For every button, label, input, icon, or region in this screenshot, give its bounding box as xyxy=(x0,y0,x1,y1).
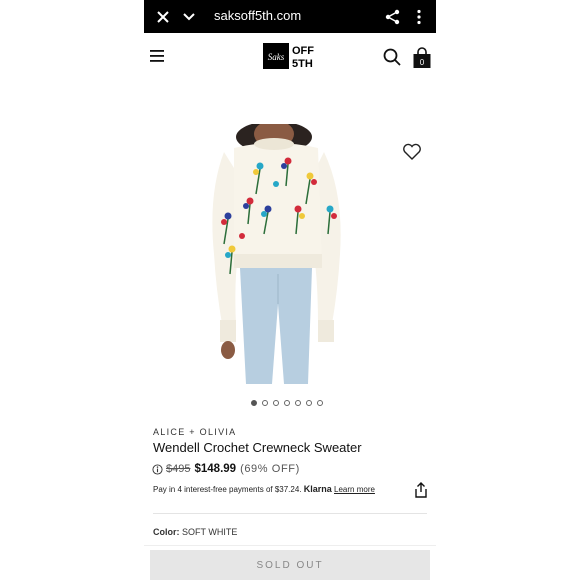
search-icon[interactable] xyxy=(382,47,402,67)
logo-script-text: Saks xyxy=(268,52,285,62)
carousel-dot[interactable] xyxy=(306,400,312,406)
mobile-viewport: saksoff5th.com Saks OFF 5TH 0 ALICE + OL… xyxy=(144,0,436,580)
price-row: $495 $148.99 (69% OFF) xyxy=(152,462,300,476)
divider xyxy=(144,545,436,546)
color-value: SOFT WHITE xyxy=(182,527,238,537)
browser-url-bar: saksoff5th.com xyxy=(144,0,436,33)
klarna-logo: Klarna xyxy=(303,484,332,494)
color-selection: Color: SOFT WHITE xyxy=(153,527,237,537)
sale-price: $148.99 xyxy=(194,463,237,475)
product-brand[interactable]: ALICE + OLIVIA xyxy=(153,427,236,437)
product-image[interactable] xyxy=(204,120,349,384)
chevron-down-icon[interactable] xyxy=(180,8,198,26)
cart-count: 0 xyxy=(420,58,425,67)
shopping-bag-icon: 0 xyxy=(413,47,431,68)
saks-off-5th-logo[interactable]: Saks OFF 5TH xyxy=(263,41,319,71)
share-icon[interactable] xyxy=(384,8,402,26)
product-title: Wendell Crochet Crewneck Sweater xyxy=(153,440,362,455)
site-header: Saks OFF 5TH 0 xyxy=(144,33,436,81)
klarna-learn-more-link[interactable]: Learn more xyxy=(334,485,375,494)
klarna-message: Pay in 4 interest-free payments of $37.2… xyxy=(153,484,375,494)
divider xyxy=(153,513,427,514)
carousel-dot[interactable] xyxy=(317,400,323,406)
carousel-dot[interactable] xyxy=(273,400,279,406)
original-price: $495 xyxy=(166,463,191,475)
info-icon[interactable] xyxy=(152,463,163,475)
carousel-dot[interactable] xyxy=(262,400,268,406)
sold-out-button[interactable]: SOLD OUT xyxy=(150,550,430,580)
carousel-dot[interactable] xyxy=(295,400,301,406)
logo-5th-text: 5TH xyxy=(292,58,313,70)
url-text[interactable]: saksoff5th.com xyxy=(214,8,301,23)
carousel-dot[interactable] xyxy=(284,400,290,406)
wishlist-heart-icon[interactable] xyxy=(402,143,422,161)
menu-icon[interactable] xyxy=(150,50,164,62)
shopping-bag-button[interactable]: 0 xyxy=(412,47,432,69)
carousel-dot[interactable] xyxy=(251,400,257,406)
klarna-installments-text: Pay in 4 interest-free payments of $37.2… xyxy=(153,485,302,494)
color-label: Color: xyxy=(153,527,180,537)
logo-off-text: OFF xyxy=(292,45,314,57)
more-options-icon[interactable] xyxy=(410,8,428,26)
close-icon[interactable] xyxy=(154,8,172,26)
discount-percent: (69% OFF) xyxy=(240,463,300,475)
share-upload-icon[interactable] xyxy=(414,482,428,498)
carousel-indicator xyxy=(251,393,328,406)
